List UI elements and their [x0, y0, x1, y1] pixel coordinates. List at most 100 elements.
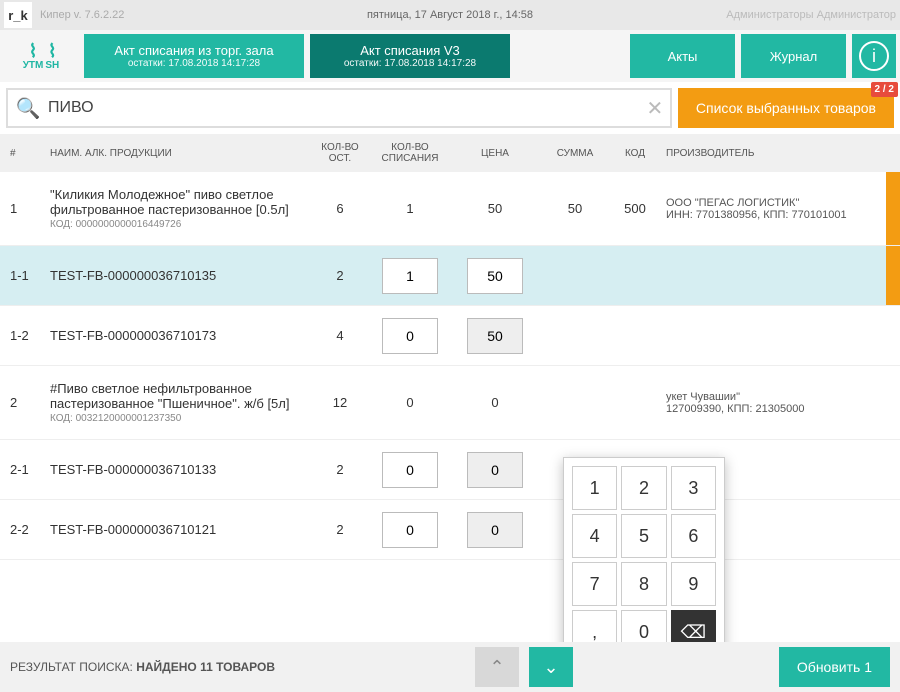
price-input[interactable]	[467, 452, 523, 488]
product-name: TEST-FB-000000036710135	[50, 268, 310, 283]
row-num: 1-1	[0, 268, 50, 283]
qty-writeoff-input[interactable]	[382, 318, 438, 354]
app-version: Кипер v. 7.6.2.22	[40, 9, 124, 21]
acts-label: Акты	[668, 49, 698, 64]
qty-remain: 2	[310, 268, 370, 283]
qty-writeoff-input[interactable]	[382, 258, 438, 294]
table-row[interactable]: 1"Киликия Молодежное" пиво светлое фильт…	[0, 172, 900, 246]
key-0[interactable]: 0	[621, 610, 666, 642]
sum: 50	[540, 201, 610, 216]
row-num: 1	[0, 201, 50, 216]
price-input[interactable]	[467, 318, 523, 354]
selected-items-button[interactable]: Список выбранных товаров 2 / 2	[678, 88, 894, 128]
act-v3-button[interactable]: Акт списания V3 остатки: 17.08.2018 14:1…	[310, 34, 510, 78]
key-4[interactable]: 4	[572, 514, 617, 558]
row-num: 2-2	[0, 522, 50, 537]
qty-remain: 2	[310, 522, 370, 537]
selected-items-label: Список выбранных товаров	[696, 100, 876, 116]
qty-writeoff: 0	[370, 395, 450, 410]
sh-status: ⌇ SH	[45, 42, 59, 71]
info-button[interactable]: i	[852, 34, 896, 78]
price: 50	[450, 201, 540, 216]
act-v3-label: Акт списания V3	[360, 43, 460, 58]
producer: укет Чувашии"127009390, КПП: 21305000	[660, 391, 880, 415]
qty-writeoff-input[interactable]	[382, 512, 438, 548]
key-2[interactable]: 2	[621, 466, 666, 510]
product-name: #Пиво светлое нефильтрованное пастеризов…	[50, 381, 310, 424]
chevron-up-icon: ⌃	[489, 657, 504, 677]
footer: РЕЗУЛЬТАТ ПОИСКА: НАЙДЕНО 11 ТОВАРОВ ⌃ ⌄…	[0, 642, 900, 692]
qty-writeoff-input[interactable]	[382, 452, 438, 488]
search-box: 🔍 ✕	[6, 88, 672, 128]
col-ost: КОЛ-ВО ОСТ.	[310, 142, 370, 164]
page-up-button[interactable]: ⌃	[475, 647, 519, 687]
key-8[interactable]: 8	[621, 562, 666, 606]
price-input[interactable]	[467, 258, 523, 294]
app-logo: r_k	[4, 2, 32, 28]
refresh-button[interactable]: Обновить 1	[779, 647, 890, 687]
key-7[interactable]: 7	[572, 562, 617, 606]
act-hall-label: Акт списания из торг. зала	[114, 43, 273, 58]
search-input[interactable]	[48, 99, 640, 117]
table-row[interactable]: 2-1TEST-FB-0000000367101332	[0, 440, 900, 500]
journal-button[interactable]: Журнал	[741, 34, 846, 78]
row-handle[interactable]	[886, 246, 900, 305]
col-prod: ПРОИЗВОДИТЕЛЬ	[660, 148, 880, 159]
acts-button[interactable]: Акты	[630, 34, 735, 78]
key-1[interactable]: 1	[572, 466, 617, 510]
numeric-keypad: 1 2 3 4 5 6 7 8 9 , 0 ⌫ ОЧИСТИТЬ свернут…	[563, 457, 725, 642]
clear-search-icon[interactable]: ✕	[640, 96, 670, 121]
search-icon: 🔍	[8, 96, 48, 121]
table-row[interactable]: 1-2TEST-FB-0000000367101734	[0, 306, 900, 366]
titlebar: r_k Кипер v. 7.6.2.22 пятница, 17 Август…	[0, 0, 900, 30]
search-row: 🔍 ✕ Список выбранных товаров 2 / 2	[0, 82, 900, 134]
datetime-label: пятница, 17 Август 2018 г., 14:58	[367, 9, 533, 21]
product-name: "Киликия Молодежное" пиво светлое фильтр…	[50, 187, 310, 230]
qty-writeoff: 1	[370, 201, 450, 216]
qty-remain: 4	[310, 328, 370, 343]
qty-remain: 2	[310, 462, 370, 477]
utm-status: ⌇ УТМ	[23, 42, 44, 71]
toolbar: ⌇ УТМ ⌇ SH Акт списания из торг. зала ос…	[0, 30, 900, 82]
table-row[interactable]: 2-2TEST-FB-0000000367101212	[0, 500, 900, 560]
producer: ООО "ПЕГАС ЛОГИСТИК"ИНН: 7701380956, КПП…	[660, 197, 886, 221]
price: 0	[450, 395, 540, 410]
backspace-icon: ⌫	[681, 622, 706, 643]
selected-items-badge: 2 / 2	[871, 82, 898, 97]
act-v3-sub: остатки: 17.08.2018 14:17:28	[344, 58, 476, 69]
wifi-icon: ⌇	[29, 42, 38, 60]
qty-remain: 6	[310, 201, 370, 216]
product-name: TEST-FB-000000036710121	[50, 522, 310, 537]
code: 500	[610, 201, 660, 216]
table-body: 1"Киликия Молодежное" пиво светлое фильт…	[0, 172, 900, 642]
table-row[interactable]: 2#Пиво светлое нефильтрованное пастеризо…	[0, 366, 900, 440]
col-spis: КОЛ-ВО СПИСАНИЯ	[370, 142, 450, 164]
chevron-down-icon: ⌄	[543, 657, 558, 677]
page-down-button[interactable]: ⌄	[529, 647, 573, 687]
price-input[interactable]	[467, 512, 523, 548]
col-price: ЦЕНА	[450, 148, 540, 159]
table-row[interactable]: 1-1TEST-FB-0000000367101352	[0, 246, 900, 306]
journal-label: Журнал	[770, 49, 817, 64]
result-count: НАЙДЕНО 11 ТОВАРОВ	[136, 660, 275, 674]
row-num: 2	[0, 395, 50, 410]
key-comma[interactable]: ,	[572, 610, 617, 642]
utm-label: УТМ	[23, 60, 44, 71]
row-handle[interactable]	[886, 172, 900, 245]
col-sum: СУММА	[540, 148, 610, 159]
col-code: КОД	[610, 148, 660, 159]
sh-label: SH	[45, 60, 59, 71]
key-6[interactable]: 6	[671, 514, 716, 558]
key-3[interactable]: 3	[671, 466, 716, 510]
col-name: НАИМ. АЛК. ПРОДУКЦИИ	[50, 148, 310, 159]
row-num: 2-1	[0, 462, 50, 477]
key-backspace[interactable]: ⌫	[671, 610, 716, 642]
wifi-icon: ⌇	[48, 42, 57, 60]
key-5[interactable]: 5	[621, 514, 666, 558]
row-num: 1-2	[0, 328, 50, 343]
key-9[interactable]: 9	[671, 562, 716, 606]
product-name: TEST-FB-000000036710133	[50, 462, 310, 477]
user-label: Администраторы Администратор	[726, 9, 896, 21]
act-hall-button[interactable]: Акт списания из торг. зала остатки: 17.0…	[84, 34, 304, 78]
col-num: #	[0, 148, 50, 159]
